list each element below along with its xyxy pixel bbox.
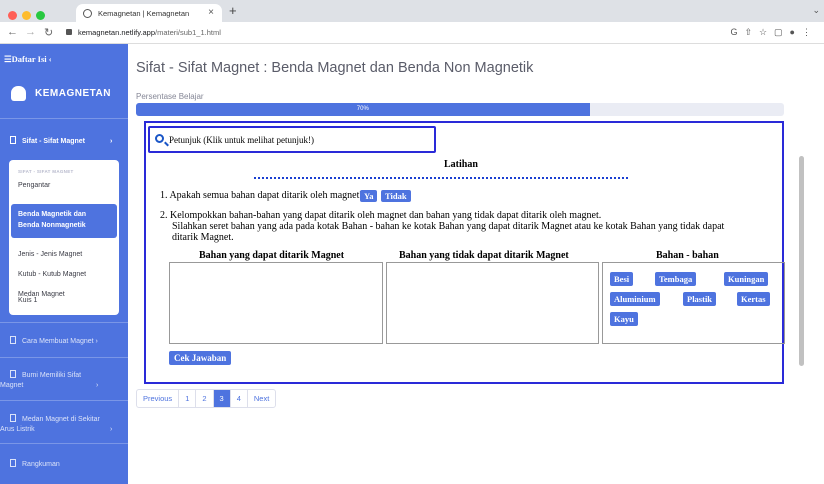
- sidebar-item-label: Rangkuman: [22, 461, 60, 468]
- sidebar-item-medan-arus-line2[interactable]: Arus Listrik ›: [0, 424, 124, 435]
- file-icon: [10, 459, 16, 467]
- submenu-item-kutub-magnet[interactable]: Kutub - Kutub Magnet: [18, 271, 86, 278]
- reload-icon[interactable]: ↻: [44, 26, 53, 39]
- sidebar-item-label: Arus Listrik: [0, 426, 35, 433]
- globe-icon: [83, 9, 92, 18]
- col-nonmagnetic-header: Bahan yang tidak dapat ditarik Magnet: [399, 250, 569, 261]
- sidebar-item-sifat-magnet[interactable]: Sifat - Sifat Magnet ›: [10, 136, 112, 147]
- nonmagnetic-dropzone[interactable]: [386, 262, 599, 344]
- brand[interactable]: KEMAGNETAN: [11, 86, 111, 101]
- col-magnetic-header: Bahan yang dapat ditarik Magnet: [199, 250, 345, 261]
- sidebar-item-label: Bumi Memiliki Sifat: [22, 372, 82, 379]
- sidebar-item-label: Cara Membuat Magnet: [22, 338, 94, 345]
- vertical-scrollbar[interactable]: [799, 156, 804, 366]
- submenu-header: SIFAT - SIFAT MAGNET: [18, 169, 74, 174]
- sidebar-item-cara-membuat-magnet[interactable]: Cara Membuat Magnet ›: [10, 336, 98, 347]
- file-icon: [10, 136, 16, 144]
- file-icon: [10, 336, 16, 344]
- material-chip-tembaga[interactable]: Tembaga: [655, 272, 697, 286]
- sidebar-item-label: Magnet: [0, 382, 24, 389]
- submenu-item-label: Benda Nonmagnetik: [18, 222, 86, 229]
- submenu-item-label: Benda Magnetik dan: [18, 211, 87, 218]
- sidebar-item-bumi-magnet-line2[interactable]: Magnet ›: [0, 380, 124, 391]
- submenu-item-kuis[interactable]: Kuis 1: [18, 297, 37, 304]
- exercise-title: Latihan: [444, 159, 478, 170]
- sidebar-divider: [0, 400, 128, 401]
- search-icon: [155, 134, 164, 143]
- maximize-window-icon[interactable]: [36, 11, 45, 20]
- material-chip-kertas[interactable]: Kertas: [737, 292, 770, 306]
- hint-label: Petunjuk (Klik untuk melihat petunjuk!): [169, 135, 314, 145]
- address-bar-row: ← → ↻ kemagnetan.netlify.app/materi/sub1…: [0, 22, 824, 44]
- material-chip-kayu[interactable]: Kayu: [610, 312, 638, 326]
- check-answer-button[interactable]: Cek Jawaban: [169, 351, 232, 365]
- question-2-line3: ditarik Magnet.: [172, 232, 234, 243]
- forward-arrow-icon[interactable]: →: [25, 26, 36, 38]
- col-materials-header: Bahan - bahan: [656, 250, 719, 261]
- material-chip-aluminium[interactable]: Aluminium: [610, 292, 660, 306]
- answer-yes-button[interactable]: Ya: [360, 190, 378, 202]
- pagination-page-3[interactable]: 3: [212, 390, 230, 407]
- question-1: 1. Apakah semua bahan dapat ditarik oleh…: [160, 190, 364, 201]
- chevron-right-icon: ›: [96, 382, 99, 389]
- pagination-next[interactable]: Next: [246, 390, 275, 407]
- sidebar-submenu: SIFAT - SIFAT MAGNET Pengantar Benda Mag…: [9, 160, 119, 315]
- pagination-page-1[interactable]: 1: [178, 390, 195, 407]
- sidebar-toggle[interactable]: ☰Daftar Isi ‹: [4, 54, 52, 65]
- question-2-line1: 2. Kelompokkan bahan-bahan yang dapat di…: [160, 210, 602, 221]
- hint-button[interactable]: Petunjuk (Klik untuk melihat petunjuk!): [148, 126, 436, 153]
- pagination-previous[interactable]: Previous: [137, 390, 178, 407]
- sidebar-divider: [0, 357, 128, 358]
- magnetic-dropzone[interactable]: [169, 262, 383, 344]
- progress-fill: 70%: [136, 103, 590, 116]
- sidebar-divider: [0, 322, 128, 323]
- question-2: 2. Kelompokkan bahan-bahan yang dapat di…: [160, 210, 790, 243]
- pagination-page-4[interactable]: 4: [229, 390, 247, 407]
- browser-tab-bar: Kemagnetan | Kemagnetan × + ⌄: [0, 0, 824, 22]
- submenu-item-benda-magnetik[interactable]: Benda Magnetik dan Benda Nonmagnetik: [11, 204, 117, 238]
- minimize-window-icon[interactable]: [22, 11, 31, 20]
- progress-label: Persentase Belajar: [136, 92, 204, 101]
- tab-title: Kemagnetan | Kemagnetan: [98, 9, 190, 18]
- sidebar-item-label: Sifat - Sifat Magnet: [22, 138, 86, 145]
- back-arrow-icon[interactable]: ←: [7, 26, 18, 38]
- url-field[interactable]: kemagnetan.netlify.app/materi/sub1_1.htm…: [78, 28, 221, 37]
- question-2-line2: Silahkan seret bahan yang ada pada kotak…: [172, 221, 725, 232]
- pagination-page-2[interactable]: 2: [195, 390, 212, 407]
- material-chip-besi[interactable]: Besi: [610, 272, 634, 286]
- page-title: Sifat - Sifat Magnet : Benda Magnet dan …: [136, 60, 534, 76]
- sidebar-divider: [0, 118, 128, 119]
- submenu-item-pengantar[interactable]: Pengantar: [18, 182, 50, 189]
- close-tab-icon[interactable]: ×: [208, 7, 214, 18]
- browser-tab[interactable]: Kemagnetan | Kemagnetan ×: [76, 4, 222, 22]
- magnet-logo-icon: [11, 86, 26, 101]
- chevron-right-icon: ›: [110, 138, 113, 145]
- browser-toolbar-icons[interactable]: G⇧☆▢●⋮: [730, 27, 818, 38]
- lock-icon: [66, 29, 72, 35]
- chevron-right-icon: ›: [110, 426, 113, 433]
- pagination: Previous 1 2 3 4 Next: [136, 389, 277, 408]
- material-chip-plastik[interactable]: Plastik: [683, 292, 717, 306]
- sidebar-item-rangkuman[interactable]: Rangkuman: [10, 459, 60, 470]
- brand-name: KEMAGNETAN: [35, 88, 111, 100]
- file-icon: [10, 370, 16, 378]
- dotted-divider: [254, 177, 628, 179]
- sidebar-item-label: Medan Magnet di Sekitar: [22, 416, 100, 423]
- file-icon: [10, 414, 16, 422]
- answer-no-button[interactable]: Tidak: [381, 190, 411, 202]
- chevron-right-icon: ›: [95, 338, 98, 345]
- url-path: /materi/sub1_1.html: [155, 28, 221, 37]
- close-window-icon[interactable]: [8, 11, 17, 20]
- tab-list-chevron-icon[interactable]: ⌄: [812, 5, 820, 16]
- new-tab-icon[interactable]: +: [229, 3, 237, 18]
- material-chip-kuningan[interactable]: Kuningan: [724, 272, 769, 286]
- url-host: kemagnetan.netlify.app: [78, 28, 155, 37]
- submenu-item-jenis-magnet[interactable]: Jenis - Jenis Magnet: [18, 251, 82, 258]
- progress-bar: 70%: [136, 103, 784, 116]
- sidebar-divider: [0, 443, 128, 444]
